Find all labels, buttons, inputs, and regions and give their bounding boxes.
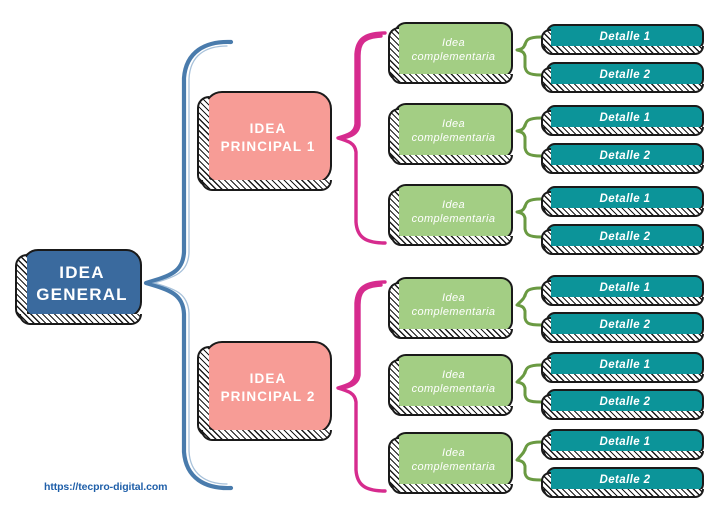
brace-principal-1 <box>336 31 387 245</box>
node-complement-1-3[interactable]: Idea complementaria <box>388 184 513 246</box>
node-detail-1-3-1[interactable]: Detalle 1 <box>541 186 704 217</box>
node-complement-1-2[interactable]: Idea complementaria <box>388 103 513 165</box>
node-idea-general-line1: IDEA <box>59 262 105 282</box>
node-complement-2-1-label: Idea complementaria <box>412 291 496 319</box>
node-idea-principal-1-label: IDEA PRINCIPAL 1 <box>221 120 316 155</box>
node-idea-principal-2-label: IDEA PRINCIPAL 2 <box>221 370 316 405</box>
node-complement-1-1[interactable]: Idea complementaria <box>388 22 513 84</box>
node-complement-2-2-label: Idea complementaria <box>412 368 496 396</box>
brace-principal-2 <box>336 280 387 493</box>
node-detail-1-2-2-label: Detalle 2 <box>599 149 651 162</box>
node-idea-general-label: IDEA GENERAL <box>36 262 128 306</box>
brace-complement-group <box>515 35 543 482</box>
node-complement-2-3[interactable]: Idea complementaria <box>388 432 513 494</box>
node-complement-2-1-line1: Idea <box>441 291 465 304</box>
node-detail-1-2-2[interactable]: Detalle 2 <box>541 143 704 174</box>
node-detail-2-2-1[interactable]: Detalle 1 <box>541 352 704 383</box>
node-detail-2-2-1-label: Detalle 1 <box>599 358 651 371</box>
node-detail-1-1-2-label: Detalle 2 <box>599 68 651 81</box>
node-complement-1-1-line2: complementaria <box>411 51 496 63</box>
node-detail-2-1-2-label: Detalle 2 <box>599 318 651 331</box>
node-detail-2-1-1[interactable]: Detalle 1 <box>541 275 704 306</box>
node-idea-general[interactable]: IDEA GENERAL <box>15 249 142 325</box>
node-detail-1-1-1[interactable]: Detalle 1 <box>541 24 704 55</box>
node-complement-2-3-line2: complementaria <box>411 461 496 473</box>
node-idea-principal-2[interactable]: IDEA PRINCIPAL 2 <box>197 341 332 441</box>
node-idea-principal-1-line1: IDEA <box>249 121 287 137</box>
node-detail-1-3-2-label: Detalle 2 <box>599 230 651 243</box>
node-complement-1-1-line1: Idea <box>441 36 465 49</box>
node-detail-2-2-2-label: Detalle 2 <box>599 395 651 408</box>
node-detail-1-1-2[interactable]: Detalle 2 <box>541 62 704 93</box>
node-complement-2-3-label: Idea complementaria <box>412 446 496 474</box>
node-idea-general-line2: GENERAL <box>36 284 128 304</box>
node-complement-1-2-label: Idea complementaria <box>412 117 496 145</box>
node-complement-2-2-line1: Idea <box>441 368 465 381</box>
node-detail-1-3-2[interactable]: Detalle 2 <box>541 224 704 255</box>
node-detail-2-3-2-label: Detalle 2 <box>599 473 651 486</box>
node-detail-2-1-2[interactable]: Detalle 2 <box>541 312 704 343</box>
node-complement-1-2-line1: Idea <box>441 117 465 130</box>
node-idea-principal-2-line1: IDEA <box>249 371 287 387</box>
node-complement-2-2[interactable]: Idea complementaria <box>388 354 513 416</box>
node-detail-2-1-1-label: Detalle 1 <box>599 281 651 294</box>
node-complement-2-1-line2: complementaria <box>411 306 496 318</box>
node-complement-1-3-label: Idea complementaria <box>412 198 496 226</box>
node-complement-1-3-line1: Idea <box>441 198 465 211</box>
mindmap-canvas: IDEA GENERAL IDEA PRINCIPAL 1 IDEA PRINC… <box>0 0 721 507</box>
node-detail-1-3-1-label: Detalle 1 <box>599 192 651 205</box>
node-complement-2-2-line2: complementaria <box>411 383 496 395</box>
node-complement-2-1[interactable]: Idea complementaria <box>388 277 513 339</box>
node-detail-1-1-1-label: Detalle 1 <box>599 30 651 43</box>
node-detail-2-3-1-label: Detalle 1 <box>599 435 651 448</box>
node-idea-principal-1[interactable]: IDEA PRINCIPAL 1 <box>197 91 332 191</box>
node-detail-1-2-1-label: Detalle 1 <box>599 111 651 124</box>
node-complement-1-3-line2: complementaria <box>411 213 496 225</box>
node-complement-2-3-line1: Idea <box>441 446 465 459</box>
node-detail-2-2-2[interactable]: Detalle 2 <box>541 389 704 420</box>
node-idea-principal-2-line2: PRINCIPAL 2 <box>220 388 316 404</box>
node-complement-1-1-label: Idea complementaria <box>412 36 496 64</box>
node-detail-1-2-1[interactable]: Detalle 1 <box>541 105 704 136</box>
node-detail-2-3-2[interactable]: Detalle 2 <box>541 467 704 498</box>
node-complement-1-2-line2: complementaria <box>411 132 496 144</box>
node-detail-2-3-1[interactable]: Detalle 1 <box>541 429 704 460</box>
watermark-url[interactable]: https://tecpro-digital.com <box>44 481 168 493</box>
node-idea-principal-1-line2: PRINCIPAL 1 <box>220 138 316 154</box>
